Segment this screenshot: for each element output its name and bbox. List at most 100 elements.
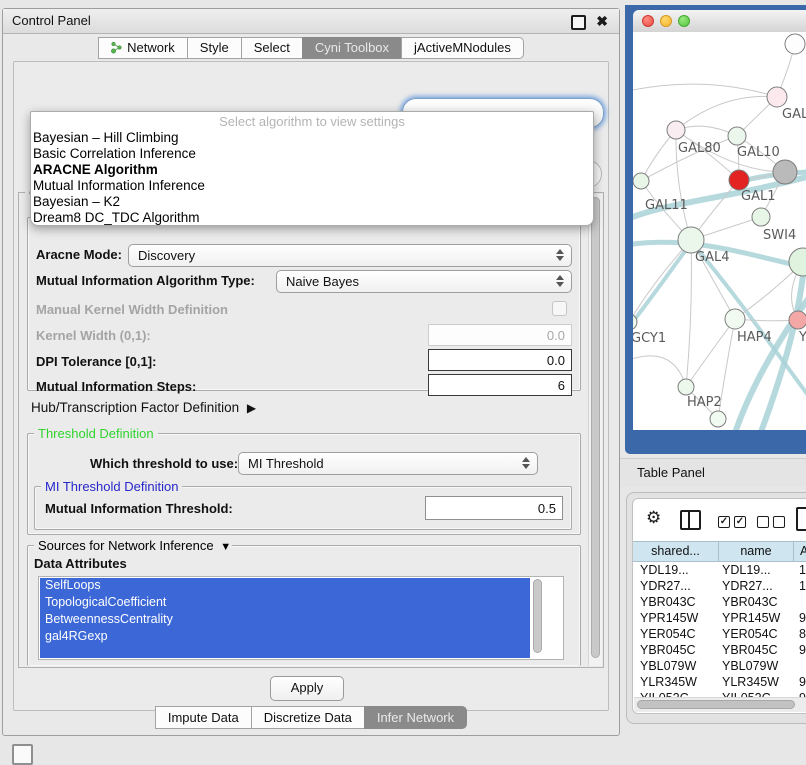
network-node[interactable] bbox=[667, 121, 685, 139]
mi-type-combobox[interactable]: Naive Bayes bbox=[276, 270, 572, 293]
control-panel-titlebar: Control Panel ✖ bbox=[3, 9, 619, 34]
network-node[interactable] bbox=[725, 309, 745, 329]
table-row[interactable]: YPR145W YPR145W 9. bbox=[633, 610, 806, 626]
network-node[interactable] bbox=[729, 170, 749, 190]
algorithm-option[interactable]: Mutual Information Inference bbox=[31, 178, 593, 194]
table-row[interactable]: YBR045C YBR045C 9. bbox=[633, 642, 806, 658]
cell-value: 13 bbox=[794, 562, 806, 578]
cell-name: YDR27... bbox=[719, 578, 794, 594]
network-node[interactable] bbox=[752, 208, 770, 226]
unchecked-box-icon[interactable] bbox=[773, 516, 785, 528]
algorithm-option[interactable]: Basic Correlation Inference bbox=[31, 146, 593, 162]
data-attributes-label: Data Attributes bbox=[34, 556, 127, 571]
mi-threshold-input[interactable]: 0.5 bbox=[425, 496, 563, 520]
bottom-tab[interactable]: Impute Data bbox=[155, 706, 251, 729]
cell-name: YLR345W bbox=[719, 674, 794, 690]
table-header-row: shared... name A bbox=[633, 541, 806, 562]
network-svg: GALGAL80GAL10GAL1GAL11SWI4GAL4HAP4YGCY1H… bbox=[633, 32, 806, 430]
kernel-width-input[interactable]: 0.0 bbox=[428, 324, 572, 346]
tab-label: jActiveMNodules bbox=[414, 38, 511, 58]
top-tabbar: Network Style Select Cyni Toolbox jActiv… bbox=[3, 37, 619, 59]
attribute-item[interactable]: BetweennessCentrality bbox=[39, 611, 563, 628]
settings-scrollbar[interactable] bbox=[588, 194, 602, 666]
gear-icon[interactable]: ⚙ bbox=[646, 508, 661, 528]
network-node[interactable] bbox=[710, 411, 726, 427]
bottom-tab[interactable]: Discretize Data bbox=[251, 706, 364, 729]
network-node-label: GAL4 bbox=[695, 250, 729, 265]
table-row[interactable]: YBL079W YBL079W bbox=[633, 658, 806, 674]
table-row[interactable]: YDR27... YDR27... 12 bbox=[633, 578, 806, 594]
threshold-definition-title: Threshold Definition bbox=[34, 426, 158, 441]
table-row[interactable]: YDL19... YDL19... 13 bbox=[633, 562, 806, 578]
network-node[interactable] bbox=[633, 173, 649, 189]
cell-shared-name: YDR27... bbox=[633, 578, 719, 594]
bottom-tab[interactable]: Infer Network bbox=[364, 706, 467, 729]
mi-type-label: Mutual Information Algorithm Type: bbox=[36, 273, 255, 288]
table-panel: ⚙ ✓ ✓ shared... name A YDL19... YDL19...… bbox=[632, 498, 806, 714]
network-node[interactable] bbox=[789, 311, 806, 329]
algorithm-option[interactable]: ARACNE Algorithm bbox=[31, 162, 593, 178]
scrollbar-thumb[interactable] bbox=[637, 700, 795, 709]
network-node[interactable] bbox=[767, 87, 787, 107]
mac-zoom-icon[interactable] bbox=[678, 15, 690, 27]
mi-type-value: Naive Bayes bbox=[286, 274, 359, 289]
mi-steps-input[interactable]: 6 bbox=[428, 374, 572, 396]
table-row[interactable]: YER054C YER054C 8. bbox=[633, 626, 806, 642]
algorithm-definition-group: Algorithm Definition Aracne Mode: Discov… bbox=[27, 217, 581, 391]
table-row[interactable]: YBR043C YBR043C bbox=[633, 594, 806, 610]
algorithm-list: Bayesian – Hill ClimbingBasic Correlatio… bbox=[31, 130, 593, 226]
column-header[interactable]: shared... bbox=[633, 542, 719, 561]
cell-shared-name: YBL079W bbox=[633, 658, 719, 674]
network-canvas[interactable]: GALGAL80GAL10GAL1GAL11SWI4GAL4HAP4YGCY1H… bbox=[633, 32, 806, 430]
cell-value: 8. bbox=[794, 626, 806, 642]
hub-definition-toggle[interactable]: Hub/Transcription Factor Definition ▶ bbox=[31, 400, 252, 415]
aracne-mode-combobox[interactable]: Discovery bbox=[128, 244, 572, 267]
tab[interactable]: Style bbox=[187, 37, 241, 59]
network-node[interactable] bbox=[789, 248, 806, 276]
scrollbar-thumb[interactable] bbox=[591, 197, 600, 658]
dpi-tolerance-label: DPI Tolerance [0,1]: bbox=[36, 354, 156, 369]
cell-name: YBL079W bbox=[719, 658, 794, 674]
new-table-icon[interactable] bbox=[796, 507, 806, 531]
attribute-items: SelfLoopsTopologicalCoefficientBetweenne… bbox=[39, 577, 563, 645]
tab[interactable]: Select bbox=[241, 37, 302, 59]
tab[interactable]: Network bbox=[98, 37, 187, 59]
attribute-item[interactable]: TopologicalCoefficient bbox=[39, 594, 563, 611]
tab[interactable]: jActiveMNodules bbox=[401, 37, 524, 59]
algorithm-option[interactable]: Bayesian – K2 bbox=[31, 194, 593, 210]
list-scrollbar-thumb[interactable] bbox=[533, 579, 542, 653]
sources-group-title[interactable]: Sources for Network Inference ▼ bbox=[34, 538, 232, 553]
network-node[interactable] bbox=[678, 379, 694, 395]
network-window: GALGAL80GAL10GAL1GAL11SWI4GAL4HAP4YGCY1H… bbox=[633, 10, 806, 430]
algorithm-option[interactable]: Dream8 DC_TDC Algorithm bbox=[31, 210, 593, 226]
algorithm-option[interactable]: Bayesian – Hill Climbing bbox=[31, 130, 593, 146]
network-node[interactable] bbox=[728, 127, 746, 145]
checked-box-icon[interactable]: ✓ bbox=[734, 516, 746, 528]
tab-label: Select bbox=[254, 38, 290, 58]
unchecked-box-icon[interactable] bbox=[757, 516, 769, 528]
tab[interactable]: Cyni Toolbox bbox=[302, 37, 401, 59]
float-window-icon[interactable] bbox=[571, 15, 586, 30]
popup-placeholder: Select algorithm to view settings bbox=[31, 114, 593, 130]
bottom-tab-label: Impute Data bbox=[168, 707, 239, 728]
mac-minimize-icon[interactable] bbox=[660, 15, 672, 27]
close-window-icon[interactable]: ✖ bbox=[596, 11, 608, 31]
network-node[interactable] bbox=[785, 34, 805, 54]
attribute-item[interactable]: SelfLoops bbox=[39, 577, 563, 594]
manual-kernel-checkbox[interactable] bbox=[552, 301, 567, 316]
table-horizontal-scrollbar[interactable] bbox=[634, 697, 806, 712]
sources-group: Sources for Network Inference ▼ Data Att… bbox=[27, 545, 581, 666]
which-threshold-combobox[interactable]: MI Threshold bbox=[238, 452, 538, 475]
which-threshold-label: Which threshold to use: bbox=[90, 456, 238, 471]
attribute-item[interactable]: gal4RGexp bbox=[39, 628, 563, 645]
table-row[interactable]: YLR345W YLR345W 9. bbox=[633, 674, 806, 690]
dpi-tolerance-input[interactable]: 0.0 bbox=[428, 349, 572, 371]
column-header[interactable]: A bbox=[794, 542, 806, 561]
column-header[interactable]: name bbox=[719, 542, 794, 561]
columns-icon[interactable] bbox=[680, 510, 701, 530]
data-attributes-list[interactable]: SelfLoopsTopologicalCoefficientBetweenne… bbox=[38, 576, 564, 660]
apply-button[interactable]: Apply bbox=[270, 676, 344, 701]
mac-close-icon[interactable] bbox=[642, 15, 654, 27]
network-node[interactable] bbox=[773, 160, 797, 184]
checked-box-icon[interactable]: ✓ bbox=[718, 516, 730, 528]
